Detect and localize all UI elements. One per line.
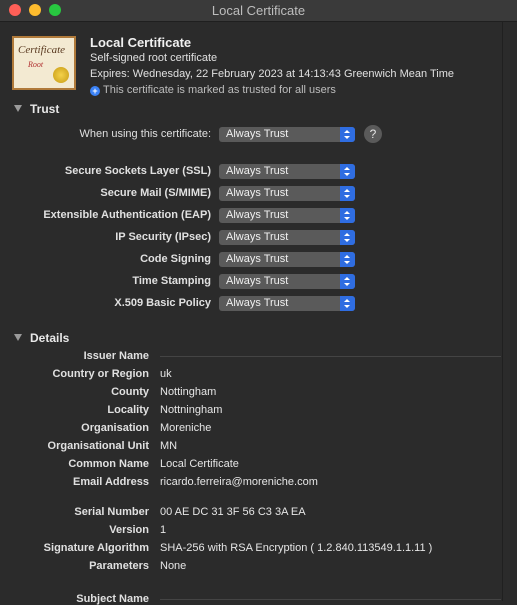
issuer-field-label: Organisational Unit — [47, 440, 149, 452]
disclosure-triangle-icon — [14, 334, 22, 341]
issuer-field-value: Moreniche — [160, 422, 212, 434]
cert-field-value: SHA-256 with RSA Encryption ( 1.2.840.11… — [160, 542, 433, 554]
certificate-icon-root-text: Root — [28, 60, 44, 69]
issuer-field-value: uk — [160, 368, 172, 380]
issuer-divider — [160, 356, 501, 357]
chevron-updown-icon — [340, 296, 355, 311]
trust-policy-value: Always Trust — [226, 231, 289, 243]
issuer-field-label: Common Name — [68, 458, 149, 470]
issuer-field-value: Nottingham — [160, 386, 217, 398]
trust-policy-value: Always Trust — [226, 165, 289, 177]
trust-policy-value: Always Trust — [226, 297, 289, 309]
certificate-subtitle: Self-signed root certificate — [90, 52, 218, 64]
trust-row-label: X.509 Basic Policy — [114, 297, 211, 309]
certificate-icon-text: Certificate — [18, 44, 66, 56]
cert-field-value: None — [160, 560, 187, 572]
issuer-field-label: Locality — [107, 404, 149, 416]
subject-name-header: Subject Name — [76, 593, 149, 605]
trust-section-label: Trust — [30, 102, 60, 116]
cert-field-label: Version — [109, 524, 149, 536]
trust-row-label: Extensible Authentication (EAP) — [43, 209, 211, 221]
trust-status: + This certificate is marked as trusted f… — [90, 84, 336, 96]
disclosure-triangle-icon — [14, 105, 22, 112]
details-section-label: Details — [30, 331, 70, 345]
chevron-updown-icon — [340, 186, 355, 201]
issuer-field-label: Organisation — [81, 422, 149, 434]
chevron-updown-icon — [340, 252, 355, 267]
chevron-updown-icon — [340, 127, 355, 142]
chevron-updown-icon — [340, 164, 355, 179]
trust-policy-value: Always Trust — [226, 187, 289, 199]
trust-section-toggle[interactable]: Trust — [14, 102, 59, 116]
trust-policy-popup[interactable]: Always Trust — [219, 252, 355, 267]
when-using-label: When using this certificate: — [79, 128, 211, 140]
trust-policy-popup[interactable]: Always Trust — [219, 230, 355, 245]
trust-policy-value: Always Trust — [226, 209, 289, 221]
trust-row-label: IP Security (IPsec) — [115, 231, 211, 243]
issuer-name-header: Issuer Name — [83, 350, 149, 362]
cert-field-label: Parameters — [89, 560, 149, 572]
subject-divider — [160, 599, 501, 600]
certificate-title: Local Certificate — [90, 35, 192, 50]
certificate-expiry: Expires: Wednesday, 22 February 2023 at … — [90, 68, 455, 80]
trust-policy-popup[interactable]: Always Trust — [219, 296, 355, 311]
details-section-toggle[interactable]: Details — [14, 331, 69, 345]
issuer-field-value: MN — [160, 440, 178, 452]
issuer-field-value: ricardo.ferreira@moreniche.com — [160, 476, 318, 488]
issuer-field-label: Email Address — [72, 476, 149, 488]
trust-policy-popup[interactable]: Always Trust — [219, 208, 355, 223]
cert-field-label: Signature Algorithm — [43, 542, 149, 554]
certificate-icon: Certificate Root — [12, 36, 76, 90]
trust-row-label: Secure Sockets Layer (SSL) — [64, 165, 211, 177]
window-title: Local Certificate — [211, 3, 306, 18]
chevron-updown-icon — [340, 274, 355, 289]
when-using-value: Always Trust — [226, 128, 289, 140]
issuer-field-value: Local Certificate — [160, 458, 239, 470]
trust-status-text: This certificate is marked as trusted fo… — [103, 84, 336, 96]
chevron-updown-icon — [340, 230, 355, 245]
title-bar: Local Certificate — [0, 0, 517, 22]
trust-row-label: Code Signing — [140, 253, 211, 265]
trust-policy-popup[interactable]: Always Trust — [219, 186, 355, 201]
cert-field-value: 00 AE DC 31 3F 56 C3 3A EA — [160, 506, 306, 518]
trust-policy-value: Always Trust — [226, 275, 289, 287]
chevron-updown-icon — [340, 208, 355, 223]
issuer-field-label: County — [111, 386, 149, 398]
plus-circle-icon: + — [90, 86, 100, 96]
trust-policy-value: Always Trust — [226, 253, 289, 265]
scroll-edge — [502, 22, 503, 601]
seal-icon — [53, 67, 69, 83]
issuer-field-value: Nottningham — [160, 404, 223, 416]
trust-row-label: Secure Mail (S/MIME) — [100, 187, 211, 199]
trust-policy-popup[interactable]: Always Trust — [219, 164, 355, 179]
cert-field-value: 1 — [160, 524, 167, 536]
help-button[interactable]: ? — [364, 125, 382, 143]
when-using-popup[interactable]: Always Trust — [219, 127, 355, 142]
issuer-field-label: Country or Region — [52, 368, 149, 380]
trust-policy-popup[interactable]: Always Trust — [219, 274, 355, 289]
trust-row-label: Time Stamping — [132, 275, 211, 287]
cert-field-label: Serial Number — [74, 506, 149, 518]
